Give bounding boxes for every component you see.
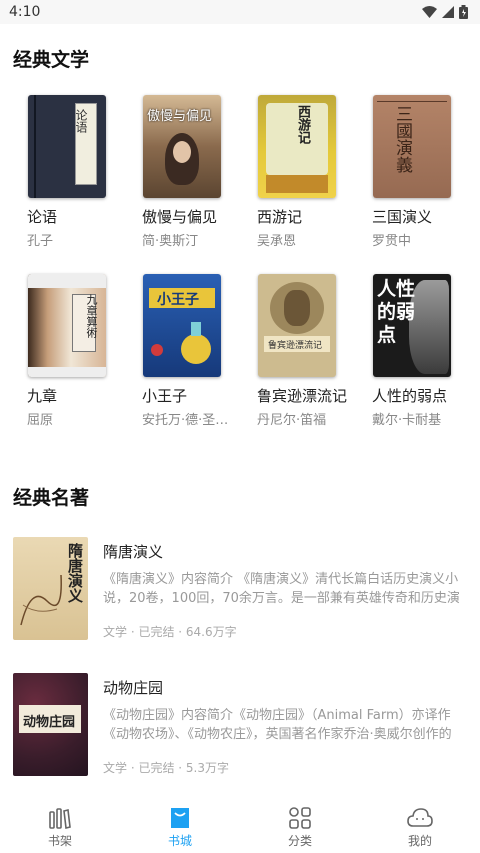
book-card-jiuzhang[interactable]: 九章算術 九章 屈原 [27,274,127,428]
book-card-three-kingdoms[interactable]: 三國演義 三国演义 罗贯中 [372,95,472,249]
category-icon [289,806,311,829]
book-author: 屈原 [27,413,54,428]
book-cover: 动物庄园 [13,673,88,776]
nav-label: 书城 [167,833,192,848]
book-card-lunyu[interactable]: 论语 论语 孔子 [27,95,127,249]
book-title: 动物庄园 [103,679,164,697]
book-card-robinson-crusoe[interactable]: 鲁宾逊漂流记 鲁宾逊漂流记 丹尼尔·笛福 [257,274,357,428]
book-cover: 九章算術 [28,274,106,377]
book-title: 论语 [27,208,58,226]
bottom-nav: 书架 书城 分类 我的 [0,801,480,853]
book-author: 孔子 [27,234,54,249]
nav-bookshelf[interactable]: 书架 [0,801,120,853]
nav-bookstore[interactable]: 书城 [120,801,240,853]
nav-label: 书架 [47,833,72,848]
book-author: 丹尼尔·笛福 [257,413,327,428]
nav-label: 我的 [407,833,432,848]
book-title: 西游记 [257,208,303,226]
nav-profile[interactable]: 我的 [360,801,480,853]
battery-icon [459,5,468,19]
book-card-little-prince[interactable]: 小王子 小王子 安托万·德·圣-埃克苏佩里 [142,274,242,428]
profile-icon [407,807,433,827]
nav-category[interactable]: 分类 [240,801,360,853]
book-title: 鲁宾逊漂流记 [257,387,348,405]
book-cover: 论语 [28,95,106,198]
book-title: 三国演义 [372,208,433,226]
book-card-journey-west[interactable]: 西游记 西游记 吴承恩 [257,95,357,249]
book-title: 人性的弱点 [372,387,448,405]
bookshelf-icon [49,807,71,829]
status-bar: 4:10 [0,0,480,24]
nav-label: 分类 [287,833,312,848]
book-cover: 小王子 [143,274,221,377]
book-cover: 傲慢与偏见 [143,95,221,198]
book-description: 《隋唐演义》内容简介 《隋唐演义》清代长篇白话历史演义小说，20卷，100回，7… [103,572,460,606]
book-meta: 文学 · 已完结 · 64.6万字 [103,625,237,639]
book-meta: 文学 · 已完结 · 5.3万字 [103,761,229,775]
book-title: 隋唐演义 [103,543,164,561]
book-author: 戴尔·卡耐基 [372,413,442,428]
section-title-classic-literature: 经典文学 [13,49,90,71]
book-card-pride-prejudice[interactable]: 傲慢与偏见 傲慢与偏见 简·奥斯汀 [142,95,242,249]
book-cover: 人性的弱点 [373,274,451,377]
book-cover: 隋唐演义 [13,537,88,640]
book-author: 罗贯中 [372,234,412,249]
list-item-suitang[interactable]: 隋唐演义 隋唐演义 《隋唐演义》内容简介 《隋唐演义》清代长篇白话历史演义小说，… [13,537,465,641]
status-icons [422,5,468,19]
book-title: 九章 [27,387,58,405]
list-item-animal-farm[interactable]: 动物庄园 动物庄园 《动物庄园》内容简介《动物庄园》（Animal Farm）亦… [13,673,465,777]
book-cover: 西游记 [258,95,336,198]
book-title: 傲慢与偏见 [142,208,218,226]
book-title: 小王子 [142,387,188,405]
book-cover: 三國演義 [373,95,451,198]
status-time: 4:10 [9,4,41,20]
section-title-classic-masterpieces: 经典名著 [13,487,90,509]
wifi-icon [422,6,437,18]
bookstore-icon [171,807,189,828]
book-author: 吴承恩 [257,234,297,249]
book-author: 安托万·德·圣-埃克苏佩里 [142,413,230,428]
book-description: 《动物庄园》内容简介《动物庄园》（Animal Farm）亦译作《动物农场》、《… [103,708,452,742]
book-cover: 鲁宾逊漂流记 [258,274,336,377]
book-card-how-to-win-friends[interactable]: 人性的弱点 人性的弱点 戴尔·卡耐基 [372,274,472,428]
signal-icon [442,6,454,18]
book-author: 简·奥斯汀 [142,234,199,249]
